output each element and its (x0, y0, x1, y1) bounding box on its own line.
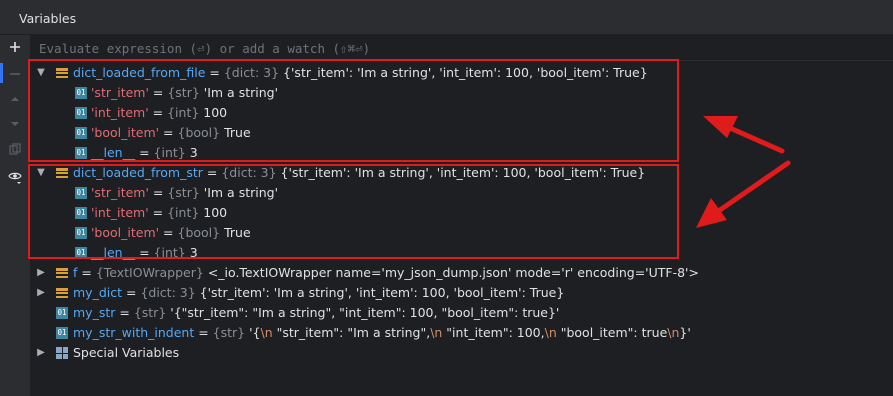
arrow-lower (696, 160, 791, 228)
arrow-upper (703, 116, 785, 154)
annotation-arrows (696, 116, 791, 228)
